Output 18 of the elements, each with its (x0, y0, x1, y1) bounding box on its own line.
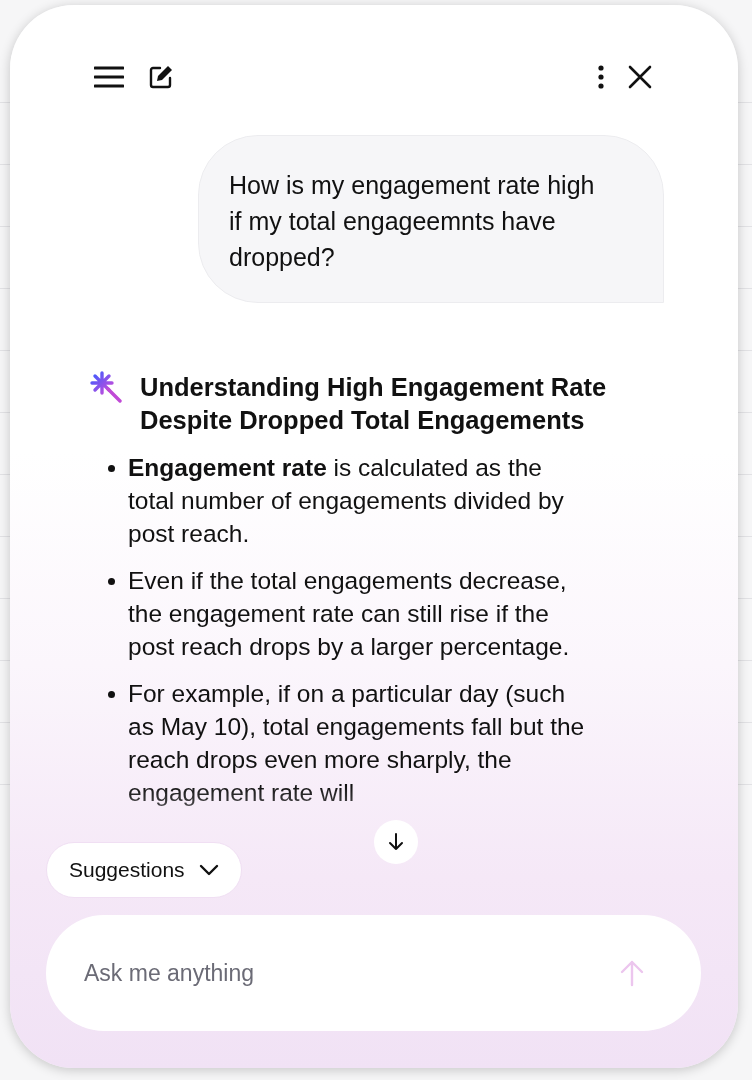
bullet-icon (108, 465, 115, 472)
bullet-icon (108, 578, 115, 585)
sparkle-wand-icon (90, 371, 122, 403)
answer-bullet: For example, if on a particular day (such as May 10), total engagements fall but the reach drops even more sharply, the engagement rate will (128, 679, 586, 808)
answer-bullet: Engagement rate is calculated as the total number of engagements divided by post reach. (128, 453, 565, 549)
more-button[interactable] (598, 64, 604, 89)
suggestions-button[interactable]: Suggestions (46, 842, 242, 898)
user-message: How is my engagement rate high if my total engageemnts have dropped? (198, 135, 664, 303)
scroll-down-button[interactable] (374, 820, 418, 864)
arrow-down-icon (387, 832, 405, 852)
chevron-down-icon (198, 864, 219, 876)
edit-button[interactable] (148, 63, 174, 90)
menu-button[interactable] (94, 65, 124, 88)
answer-bullet: Even if the total engagements decrease, the engagement rate can still rise if the post reach drops by a larger percentage. (128, 566, 571, 662)
message-input[interactable]: Ask me anything (46, 915, 701, 1031)
answer-title: Understanding High Engagement Rate Despite Dropped Total Engagements (140, 372, 608, 436)
close-button[interactable] (628, 64, 652, 89)
bullet-icon (108, 691, 115, 698)
